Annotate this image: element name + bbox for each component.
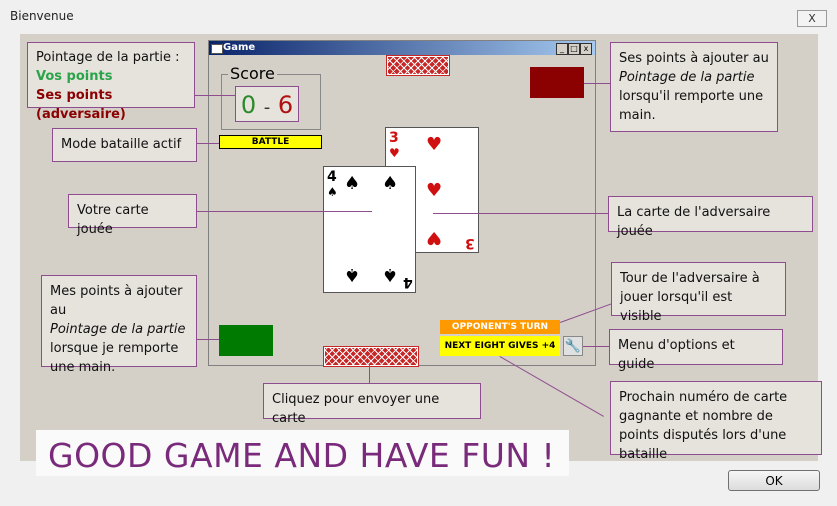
game-title: Game (223, 42, 256, 53)
opponent-score: 6 (277, 91, 294, 119)
my-played-card: 4 ♠ ♠ ♠ ♠ ♠ 4 (323, 166, 416, 293)
connector-line (195, 95, 235, 96)
annotation-pointage: Pointage de la partie : Vos points Ses p… (27, 42, 195, 122)
banner-text: GOOD GAME AND HAVE FUN ! (48, 436, 556, 475)
annotation-text: lorsqu'il remporte une main. (619, 89, 764, 123)
annotation-cliquez: Cliquez pour envoyer une carte (263, 383, 481, 426)
connector-line (584, 83, 610, 84)
my-points-pile (219, 325, 273, 356)
game-title-bar: Game (209, 41, 595, 55)
spade-icon: ♠ (382, 264, 399, 285)
annotation-carte-adversaire: La carte de l'adversaire jouée (608, 196, 813, 239)
connector-line (369, 365, 370, 383)
score-separator: - (263, 97, 271, 118)
annotation-mes-points: Mes points à ajouter au Pointage de la p… (41, 275, 197, 375)
annotation-text: lorsque je remporte une main. (50, 341, 179, 375)
spade-icon: ♠ (344, 173, 361, 194)
card-rank: 3 (389, 130, 399, 146)
connector-line (583, 346, 609, 347)
window-title: Bienvenue (10, 9, 74, 23)
battle-indicator: BATTLE (219, 135, 322, 149)
vos-points-label: Vos points (36, 69, 113, 84)
annotation-mode-bataille: Mode bataille actif (52, 128, 197, 162)
score-label: Score (228, 64, 277, 83)
welcome-banner: GOOD GAME AND HAVE FUN ! (36, 430, 569, 476)
maximize-button[interactable]: □ (568, 43, 580, 55)
connector-line (197, 339, 219, 340)
opponent-turn-indicator: OPPONENT'S TURN (440, 320, 560, 334)
card-rank: 4 (327, 169, 337, 185)
opponent-deck (386, 55, 450, 76)
spade-icon: ♠ (382, 173, 399, 194)
next-winning-card-indicator: NEXT EIGHT GIVES +4 (440, 336, 560, 356)
annotation-tour-adversaire: Tour de l'adversaire à jouer lorsqu'il e… (611, 262, 786, 324)
game-app-icon (211, 44, 223, 54)
my-score: 0 (240, 91, 257, 119)
ok-button[interactable]: OK (728, 470, 820, 491)
annotation-ses-points: Ses points à ajouter au Pointage de la p… (610, 42, 778, 132)
wrench-icon[interactable]: 🔧 (563, 336, 583, 356)
annotation-prochain: Prochain numéro de carte gagnante et nom… (610, 381, 822, 462)
annotation-text: Pointage de la partie (50, 322, 186, 337)
spade-icon: ♠ (327, 185, 338, 199)
my-deck[interactable] (323, 346, 419, 367)
score-display: 0 - 6 (235, 86, 299, 122)
heart-icon: ♥ (426, 180, 443, 201)
minimize-button[interactable]: _ (556, 43, 568, 55)
close-button[interactable]: X (797, 10, 827, 27)
annotation-text: Ses points à ajouter au (619, 51, 769, 66)
game-close-button[interactable]: x (580, 43, 592, 55)
connector-line (433, 213, 608, 214)
title-bar: Bienvenue X (0, 0, 837, 34)
heart-icon: ♥ (389, 146, 400, 160)
annotation-menu-options: Menu d'options et guide (609, 329, 783, 372)
ses-points-label: Ses points (adversaire) (36, 88, 126, 122)
annotation-votre-carte: Votre carte jouée (68, 194, 197, 237)
connector-line (197, 211, 372, 212)
connector-line (197, 143, 219, 144)
heart-icon: ♥ (426, 134, 443, 155)
pointage-title: Pointage de la partie : (36, 50, 180, 65)
card-rank: 4 (403, 274, 413, 290)
opponent-points-pile (530, 67, 584, 98)
annotation-text: Pointage de la partie (619, 70, 755, 85)
annotation-text: Mes points à ajouter au (50, 284, 183, 318)
heart-icon: ♥ (426, 227, 443, 248)
spade-icon: ♠ (344, 264, 361, 285)
card-rank: 3 (465, 235, 475, 251)
